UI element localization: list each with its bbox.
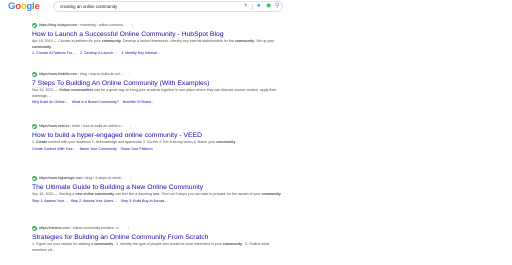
microphone-icon[interactable]: ● — [257, 2, 261, 11]
snippet-text: . Develop a launch framework. Identify k… — [120, 39, 235, 43]
search-icon[interactable]: ⚲ — [275, 2, 279, 11]
sitelink[interactable]: Step 3: Build Buy-In Across... — [121, 199, 168, 203]
result-domain: https://www.veed.io — [39, 124, 70, 128]
snippet-text: can feel like a daunting task. Find out … — [114, 192, 262, 196]
sitelink[interactable]: Step 1: Assess Your... — [32, 199, 67, 203]
more-options-icon[interactable]: ⋮ — [128, 175, 132, 182]
result-snippet: Apr 18, 2019 — Choose a platform for you… — [32, 39, 282, 50]
result-domain: https://www.higherlogic.com — [39, 176, 83, 180]
site-favicon-icon — [32, 23, 37, 28]
snippet-text: 1. Figure out your reason for starting a — [32, 242, 95, 246]
result-sitelinks: Step 1: Assess Your... Step 2: Assess Yo… — [32, 198, 332, 204]
sitelink[interactable]: What Is A Brand Community? — [72, 100, 119, 104]
sitelink[interactable]: Step 2: Assess Your Users'... — [71, 199, 117, 203]
search-header: Google creating an online community × ● … — [0, 0, 512, 13]
camera-icon[interactable]: ◉ — [266, 2, 271, 11]
snippet-text: . — [235, 140, 237, 144]
sitelink[interactable]: Create Content With Your... — [32, 147, 76, 151]
snippet-highlight: community — [222, 242, 242, 246]
result-sitelinks: Create Content With Your... Name Your Co… — [32, 146, 332, 152]
result-domain: https://blog.hubspot.com — [39, 23, 78, 27]
snippet-highlight: community — [261, 192, 281, 196]
result-snippet: Nov 10, 2022 — Online communities can be… — [32, 88, 282, 99]
result-path: › marketing › online-commun... — [78, 23, 126, 27]
search-divider — [252, 4, 253, 10]
result-url[interactable]: https://www.higherlogic.com › blog › 9-s… — [32, 175, 332, 182]
logo-letter: e — [34, 1, 40, 12]
result-sitelinks: Why Build An Online... What Is A Brand C… — [32, 99, 332, 105]
snippet-highlight: community — [216, 140, 236, 144]
snippet-text: . — [280, 192, 282, 196]
snippet-text: Apr 18, 2019 — Choose a platform for you… — [32, 39, 102, 43]
more-options-icon[interactable]: ⋮ — [128, 71, 132, 78]
site-favicon-icon — [32, 72, 37, 77]
result-domain: https://medium.com — [39, 226, 70, 230]
result-path: › blog › how-to-build-an-onl... — [78, 72, 123, 76]
snippet-highlight: community — [234, 39, 255, 43]
result-title[interactable]: The Ultimate Guide to Building a New Onl… — [32, 183, 332, 192]
snippet-highlight: community — [101, 39, 121, 43]
google-logo[interactable]: Google — [8, 2, 40, 12]
result-path: › learn › how-to-build-an-online-c... — [70, 124, 124, 128]
snippet-text: . Set up your — [254, 39, 275, 43]
search-result: https://www.higherlogic.com › blog › 9-s… — [32, 175, 332, 204]
search-box[interactable]: creating an online community × ● ◉ ⚲ — [53, 1, 283, 12]
result-url[interactable]: https://medium.com › online-community-bu… — [32, 225, 332, 232]
sitelink[interactable]: 3. Identify Key Internal ... — [121, 51, 161, 55]
sitelink[interactable]: Why Build An Online... — [32, 100, 68, 104]
search-result: https://www.veed.io › learn › how-to-bui… — [32, 123, 332, 152]
more-options-icon[interactable]: ⋮ — [126, 225, 130, 232]
result-title[interactable]: How to build a hyper-engaged online comm… — [32, 131, 332, 140]
sitelink[interactable]: Name Your Community — [80, 147, 117, 151]
snippet-highlight: Online communities — [58, 88, 94, 92]
snippet-text: content with your audience 2. Acknowledg… — [47, 140, 217, 144]
snippet-text: Nov 10, 2022 — — [32, 88, 59, 92]
sitelink[interactable]: 1. Choose A Platform For ... — [32, 51, 76, 55]
result-sitelinks: 1. Choose A Platform For ... 2. Develop … — [32, 50, 332, 56]
result-url[interactable]: https://blog.hubspot.com › marketing › o… — [32, 22, 332, 29]
snippet-highlight: Create — [36, 140, 48, 144]
search-result: https://www.thinkific.com › blog › how-t… — [32, 71, 332, 105]
search-result: https://medium.com › online-community-bu… — [32, 225, 332, 253]
result-path: › blog › 9-steps-to-creati... — [83, 176, 124, 180]
site-favicon-icon — [32, 226, 37, 231]
sitelink[interactable]: Benefits Of Brand... — [123, 100, 154, 104]
sitelink[interactable]: 2. Develop A Launch ... — [80, 51, 117, 55]
snippet-text: Sep 15, 2020 — Starting a — [32, 192, 76, 196]
snippet-text: . 2. Identify the type of people who wou… — [113, 242, 223, 246]
more-options-icon[interactable]: ⋮ — [129, 123, 133, 130]
sitelink[interactable]: Share Your Platform — [121, 147, 153, 151]
result-path: › online-community-builders › s... — [70, 226, 122, 230]
snippet-highlight: community — [32, 44, 52, 49]
result-domain: https://www.thinkific.com — [39, 72, 78, 76]
site-favicon-icon — [32, 124, 37, 129]
result-title[interactable]: How to Launch a Successful Online Commun… — [32, 30, 332, 39]
search-result: https://blog.hubspot.com › marketing › o… — [32, 22, 332, 56]
result-url[interactable]: https://www.thinkific.com › blog › how-t… — [32, 71, 332, 78]
more-options-icon[interactable]: ⋮ — [131, 22, 135, 29]
site-favicon-icon — [32, 176, 37, 181]
result-snippet: 1. Figure out your reason for starting a… — [32, 242, 282, 253]
result-snippet: Sep 15, 2020 — Starting a new online com… — [32, 192, 282, 198]
result-title[interactable]: 7 Steps To Building An Online Community … — [32, 79, 332, 88]
search-input[interactable]: creating an online community — [60, 3, 117, 11]
result-title[interactable]: Strategies for Building an Online Commun… — [32, 233, 332, 242]
snippet-text: . — [51, 44, 53, 49]
result-url[interactable]: https://www.veed.io › learn › how-to-bui… — [32, 123, 332, 130]
snippet-highlight: community — [94, 242, 114, 246]
snippet-highlight: new online community — [75, 192, 115, 196]
clear-icon[interactable]: × — [244, 2, 248, 11]
